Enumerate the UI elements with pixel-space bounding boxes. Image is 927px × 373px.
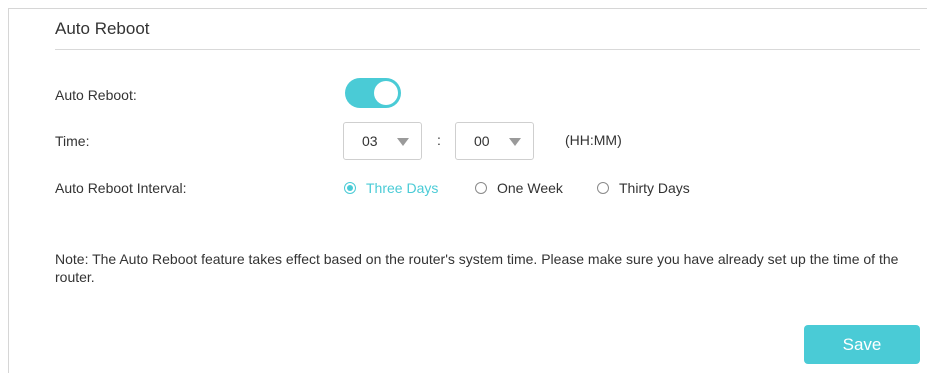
auto-reboot-label: Auto Reboot:: [55, 87, 137, 103]
minute-value: 00: [474, 133, 490, 149]
radio-three-days[interactable]: Three Days: [344, 179, 438, 197]
radio-label: One Week: [497, 180, 563, 196]
radio-label: Thirty Days: [619, 180, 690, 196]
hour-select[interactable]: 03: [343, 122, 422, 160]
radio-circle-icon: [597, 182, 609, 194]
chevron-down-icon: [509, 138, 521, 146]
time-label: Time:: [55, 133, 90, 149]
save-button[interactable]: Save: [804, 325, 920, 364]
radio-thirty-days[interactable]: Thirty Days: [597, 179, 690, 197]
time-separator: :: [437, 132, 441, 148]
title-divider: [55, 49, 920, 50]
radio-one-week[interactable]: One Week: [475, 179, 563, 197]
radio-circle-icon: [475, 182, 487, 194]
hour-value: 03: [362, 133, 378, 149]
radio-circle-icon: [344, 182, 356, 194]
minute-select[interactable]: 00: [455, 122, 534, 160]
toggle-knob: [374, 81, 398, 105]
time-format-hint: (HH:MM): [565, 132, 622, 148]
section-title: Auto Reboot: [55, 19, 150, 38]
chevron-down-icon: [397, 138, 409, 146]
interval-label: Auto Reboot Interval:: [55, 180, 187, 196]
auto-reboot-toggle[interactable]: [345, 78, 401, 108]
radio-label: Three Days: [366, 180, 439, 196]
note-text: Note: The Auto Reboot feature takes effe…: [55, 251, 899, 285]
